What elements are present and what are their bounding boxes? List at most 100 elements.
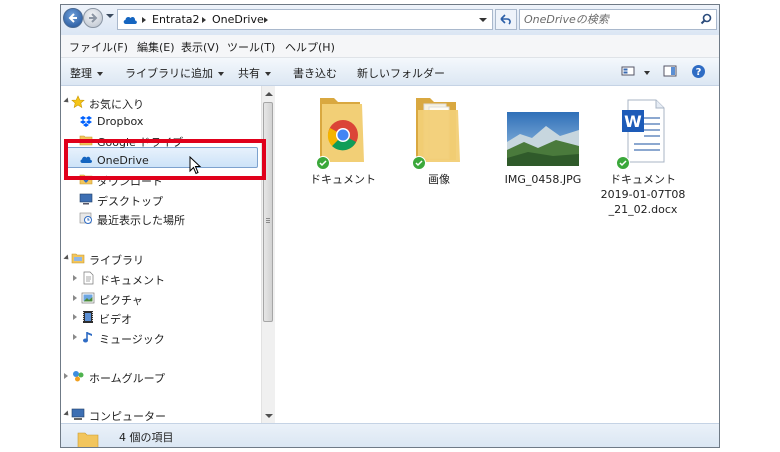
menu-tools[interactable]: ツール(T) bbox=[227, 39, 275, 55]
search-icon[interactable] bbox=[700, 13, 712, 25]
refresh-button[interactable] bbox=[495, 9, 517, 30]
menu-edit[interactable]: 編集(E) bbox=[137, 39, 175, 55]
file-name-line: ドキュメント bbox=[610, 173, 676, 186]
highlight-box bbox=[64, 139, 266, 180]
homegroup-icon bbox=[73, 371, 84, 382]
expand-computer[interactable] bbox=[63, 410, 71, 418]
menu-view[interactable]: 表示(V) bbox=[181, 39, 219, 55]
mouse-cursor-icon bbox=[189, 156, 202, 175]
explorer-window: Entrata2 OneDrive ファイル(F) 編集(E) 表示(V) ツー… bbox=[60, 4, 720, 448]
menu-bar: ファイル(F) 編集(E) 表示(V) ツール(T) ヘルプ(H) bbox=[61, 35, 719, 58]
file-item-images-folder[interactable]: 画像 bbox=[394, 90, 484, 187]
music-label: ミュージック bbox=[99, 333, 165, 346]
expand-libraries[interactable] bbox=[63, 254, 71, 262]
crumb-separator[interactable] bbox=[142, 17, 146, 23]
forward-button[interactable] bbox=[83, 8, 103, 28]
desktop-icon bbox=[79, 193, 93, 205]
file-name: IMG_0458.JPG bbox=[504, 173, 582, 186]
chevron-down-icon bbox=[218, 72, 224, 76]
preview-pane-icon[interactable] bbox=[663, 64, 677, 78]
pictures-label: ピクチャ bbox=[99, 294, 143, 307]
search-box[interactable] bbox=[519, 9, 717, 30]
library-icon bbox=[71, 253, 85, 264]
pictures-icon bbox=[81, 292, 95, 304]
file-item-img-0458[interactable]: IMG_0458.JPG bbox=[498, 90, 588, 187]
recent-pages-dropdown[interactable] bbox=[106, 14, 114, 18]
homegroup-label: ホームグループ bbox=[89, 372, 166, 385]
burn-button[interactable]: 書き込む bbox=[293, 65, 337, 81]
crumb-separator[interactable] bbox=[202, 17, 206, 23]
refresh-icon bbox=[500, 14, 511, 25]
organize-button[interactable]: 整理 bbox=[70, 65, 103, 81]
expand-music[interactable] bbox=[73, 334, 77, 340]
scroll-down-arrow[interactable] bbox=[265, 414, 273, 418]
share-label: 共有 bbox=[238, 67, 260, 80]
favorites-label: お気に入り bbox=[89, 98, 144, 111]
recent-places-icon bbox=[79, 212, 92, 224]
expand-pictures[interactable] bbox=[73, 295, 77, 301]
videos-icon bbox=[83, 311, 93, 323]
new-folder-button[interactable]: 新しいフォルダー bbox=[357, 65, 445, 81]
folder-icon bbox=[77, 432, 99, 447]
menu-file[interactable]: ファイル(F) bbox=[69, 39, 128, 55]
crumb-separator[interactable] bbox=[264, 17, 268, 23]
photo-thumbnail bbox=[498, 90, 588, 170]
menu-help[interactable]: ヘルプ(H) bbox=[285, 39, 335, 55]
word-thumbnail: W bbox=[598, 90, 688, 170]
file-name: 画像 bbox=[428, 173, 450, 186]
command-bar: 整理 ライブラリに追加 共有 書き込む 新しいフォルダー ? bbox=[61, 58, 719, 86]
expand-documents[interactable] bbox=[73, 275, 77, 281]
nav-scrollbar[interactable] bbox=[261, 86, 275, 423]
file-item-word-document[interactable]: W ドキュメント 2019-01-07T08 _21_02.docx bbox=[598, 90, 688, 217]
dropbox-icon bbox=[80, 116, 92, 127]
grip-icon bbox=[266, 218, 270, 219]
chrome-folder-thumbnail bbox=[298, 90, 388, 170]
address-box[interactable]: Entrata2 OneDrive bbox=[117, 9, 493, 30]
file-name-line: _21_02.docx bbox=[608, 203, 678, 216]
chrome-folder-icon bbox=[320, 98, 364, 162]
expand-videos[interactable] bbox=[73, 314, 77, 320]
share-button[interactable]: 共有 bbox=[238, 65, 271, 81]
status-bar: 4 個の項目 bbox=[61, 423, 719, 447]
view-options-icon[interactable] bbox=[621, 64, 635, 78]
expand-homegroup[interactable] bbox=[64, 373, 68, 379]
folder-icon bbox=[416, 98, 460, 162]
arrow-right-icon bbox=[89, 13, 98, 23]
chevron-down-icon[interactable] bbox=[644, 71, 650, 75]
file-list: ドキュメント 画像 IMG_0458.JPG W ドキュメント 2019-01-… bbox=[276, 86, 719, 423]
computer-icon bbox=[71, 408, 85, 420]
scroll-up-arrow[interactable] bbox=[265, 92, 273, 96]
libraries-label: ライブラリ bbox=[89, 254, 144, 267]
help-icon[interactable]: ? bbox=[691, 64, 706, 79]
scroll-thumb[interactable] bbox=[263, 102, 273, 322]
folder-thumbnail bbox=[394, 90, 484, 170]
star-icon bbox=[71, 95, 85, 109]
file-name: ドキュメント 2019-01-07T08 _21_02.docx bbox=[598, 172, 688, 217]
crumb-onedrive[interactable]: OneDrive bbox=[212, 13, 264, 26]
address-bar-area: Entrata2 OneDrive bbox=[61, 5, 719, 36]
add-library-label: ライブラリに追加 bbox=[125, 67, 213, 80]
svg-text:W: W bbox=[624, 112, 642, 131]
dropbox-label: Dropbox bbox=[97, 115, 144, 128]
word-document-icon: W bbox=[622, 99, 665, 163]
file-name: ドキュメント bbox=[310, 173, 376, 186]
photo-icon bbox=[507, 112, 579, 166]
file-name-line: 2019-01-07T08 bbox=[600, 188, 686, 201]
sync-check-icon bbox=[412, 156, 426, 170]
organize-label: 整理 bbox=[70, 67, 92, 80]
file-item-documents-folder[interactable]: ドキュメント bbox=[298, 90, 388, 187]
expand-favorites[interactable] bbox=[63, 97, 71, 105]
chevron-down-icon bbox=[265, 72, 271, 76]
item-count: 4 個の項目 bbox=[119, 431, 174, 444]
videos-label: ビデオ bbox=[99, 313, 132, 326]
music-note-icon bbox=[83, 332, 92, 343]
crumb-entrata2[interactable]: Entrata2 bbox=[152, 13, 200, 26]
documents-label: ドキュメント bbox=[99, 274, 165, 287]
sync-check-icon bbox=[616, 156, 630, 170]
add-to-library-button[interactable]: ライブラリに追加 bbox=[125, 65, 224, 81]
search-input[interactable] bbox=[524, 11, 690, 28]
address-history-dropdown[interactable] bbox=[479, 18, 487, 22]
back-button[interactable] bbox=[63, 8, 83, 28]
desktop-label: デスクトップ bbox=[97, 195, 163, 208]
onedrive-cloud-icon bbox=[123, 16, 137, 24]
